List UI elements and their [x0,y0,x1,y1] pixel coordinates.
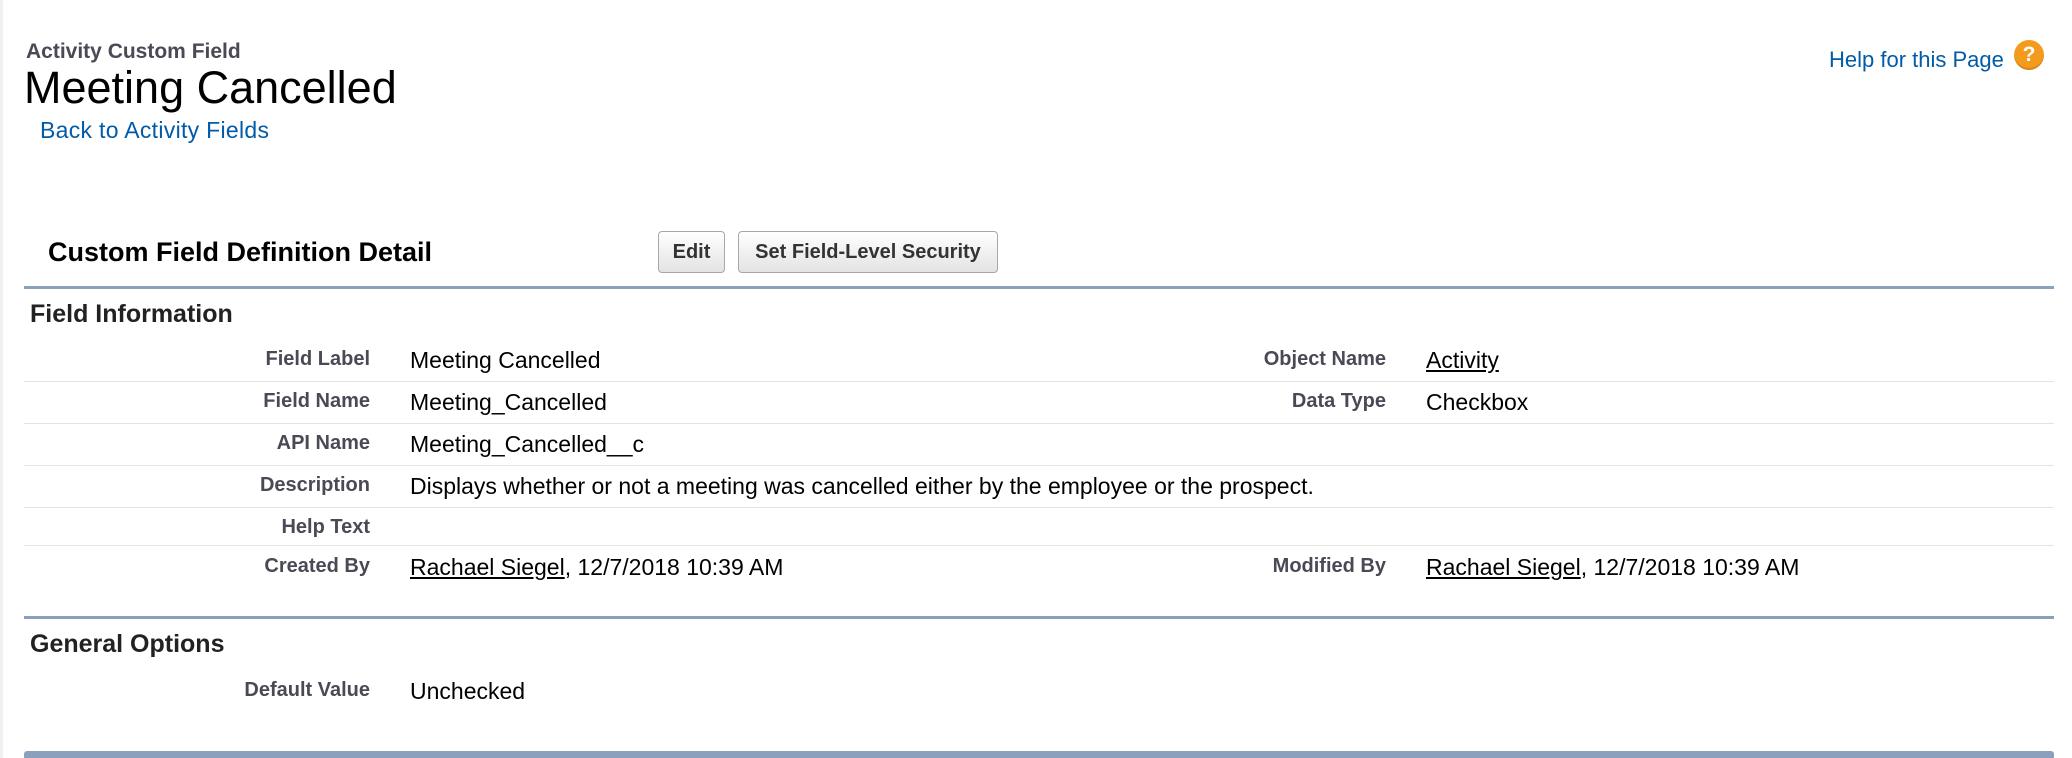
object-name-value: Activity [1426,347,1499,374]
row-divider [24,465,2054,466]
row-divider [24,423,2054,424]
created-by-date: , 12/7/2018 10:39 AM [564,554,784,580]
modified-by-user-link[interactable]: Rachael Siegel [1426,554,1581,580]
field-label-value: Meeting Cancelled [410,347,601,373]
description-label: Description [259,474,370,496]
help-text-label: Help Text [281,516,370,538]
detail-section-title: Custom Field Definition Detail [48,237,433,267]
row-divider [24,545,2054,546]
edit-button[interactable]: Edit [658,231,725,273]
api-name-label: API Name [276,432,370,454]
back-to-activity-fields-link[interactable]: Back to Activity Fields [40,117,269,144]
question-mark-icon[interactable]: ? [2014,40,2044,70]
field-name-label: Field Name [263,390,370,412]
section-divider [24,286,2054,289]
field-information-header: Field Information [30,300,233,328]
help-for-this-page-link[interactable]: Help for this Page [1829,47,2004,73]
modified-by-value: Rachael Siegel, 12/7/2018 10:39 AM [1426,554,1799,581]
left-edge-divider [0,0,3,758]
created-by-user-link[interactable]: Rachael Siegel [410,554,565,580]
row-divider [24,507,2054,508]
modified-by-date: , 12/7/2018 10:39 AM [1580,554,1800,580]
page-type-label: Activity Custom Field [26,40,241,63]
created-by-value: Rachael Siegel, 12/7/2018 10:39 AM [410,554,783,581]
description-value: Displays whether or not a meeting was ca… [410,473,1314,499]
section-divider [24,616,2054,619]
object-name-label: Object Name [1263,348,1386,370]
data-type-label: Data Type [1291,390,1386,412]
object-name-link[interactable]: Activity [1426,347,1499,373]
section-divider [24,751,2054,758]
data-type-value: Checkbox [1426,389,1529,415]
modified-by-label: Modified By [1272,555,1386,577]
field-label-label: Field Label [265,348,370,370]
field-name-value: Meeting_Cancelled [410,389,607,415]
general-options-header: General Options [30,630,225,658]
api-name-value: Meeting_Cancelled__c [410,431,644,457]
page-title: Meeting Cancelled [24,62,397,113]
created-by-label: Created By [264,555,370,577]
row-divider [24,381,2054,382]
default-value-value: Unchecked [410,678,526,704]
set-field-level-security-button[interactable]: Set Field-Level Security [738,231,998,273]
default-value-label: Default Value [244,679,370,701]
